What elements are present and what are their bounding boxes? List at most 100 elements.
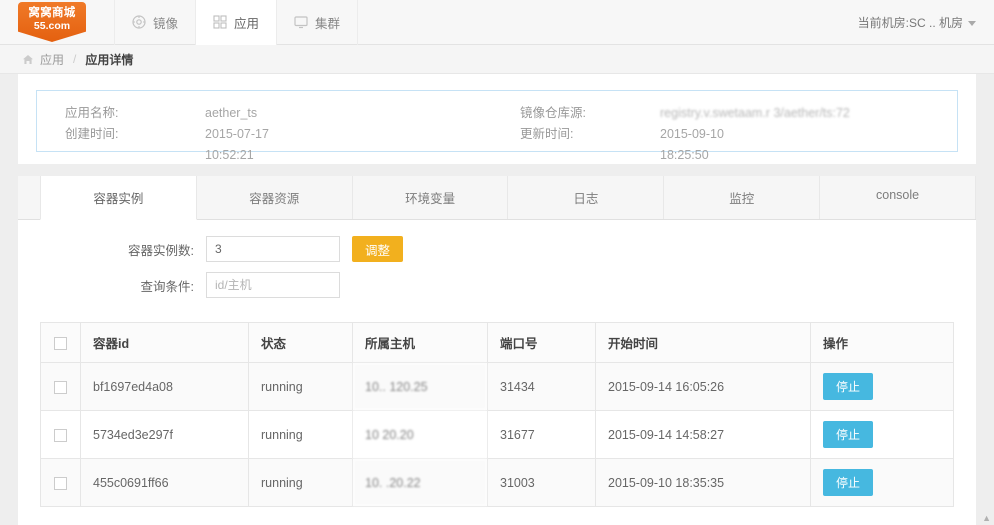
header-container-id: 容器id: [80, 322, 249, 363]
row-select-cell: [40, 362, 81, 411]
query-label: 查询条件:: [140, 279, 194, 294]
detail-tabs: 容器实例 容器资源 环境变量 日志 监控 console: [18, 176, 976, 220]
breadcrumb: 应用 / 应用详情: [0, 45, 994, 74]
stop-button[interactable]: 停止: [823, 421, 874, 448]
env-switcher[interactable]: 当前机房:SC .. 机房: [858, 0, 976, 45]
cell-actions: 停止: [810, 458, 954, 507]
row-checkbox[interactable]: [54, 380, 67, 394]
search-input[interactable]: [206, 272, 340, 298]
cell-start-time: 2015-09-10 18:35:35: [595, 458, 811, 507]
app-info-col-right: 镜像仓库源: 更新时间: registry.v.swetaam.r 3/aeth…: [520, 103, 929, 162]
row-select-cell: [40, 458, 81, 507]
cell-port: 31434: [487, 362, 596, 411]
cell-container-id: 5734ed3e297f: [80, 410, 249, 459]
cell-port: 31677: [487, 410, 596, 459]
tab-label: 环境变量: [405, 192, 456, 206]
cell-actions: 停止: [810, 410, 954, 459]
updated-time-value-1: 2015-09-10: [660, 127, 724, 141]
main-nav: 镜像 应用 集群: [114, 0, 359, 45]
row-checkbox[interactable]: [54, 476, 67, 490]
logo[interactable]: 窝窝商城 55.com: [18, 2, 86, 42]
tab-env-vars[interactable]: 环境变量: [352, 176, 509, 219]
scroll-up-arrow[interactable]: ▲: [982, 513, 991, 523]
stop-button[interactable]: 停止: [823, 469, 874, 496]
header-start-time: 开始时间: [595, 322, 811, 363]
tab-label: 监控: [729, 192, 755, 206]
cell-container-id: bf1697ed4a08: [80, 362, 249, 411]
cell-start-time: 2015-09-14 14:58:27: [595, 410, 811, 459]
cell-state: running: [248, 362, 353, 411]
header-host: 所属主机: [352, 322, 488, 363]
cell-state: running: [248, 410, 353, 459]
app-info-values-right: registry.v.swetaam.r 3/aether/ts:72 2015…: [660, 103, 929, 162]
page-body: 应用名称: 创建时间: aether_ts 2015-07-17 10:52:2…: [0, 74, 994, 525]
table-body: bf1697ed4a08 running 10.. 120.25 31434 2…: [40, 362, 954, 507]
tab-logs[interactable]: 日志: [508, 176, 665, 219]
created-time-label: 创建时间:: [65, 127, 119, 141]
table-row: 5734ed3e297f running 10 20.20 31677 2015…: [40, 410, 954, 459]
detail-card: 容器实例 容器资源 环境变量 日志 监控 console 容器实例数: 调整 查…: [18, 176, 976, 525]
tab-console[interactable]: console: [820, 176, 976, 219]
row-checkbox[interactable]: [54, 428, 67, 442]
env-switcher-label: 当前机房:SC .. 机房: [857, 16, 963, 30]
updated-time-value-2: 18:25:50: [660, 148, 709, 162]
instance-count-input[interactable]: [206, 236, 340, 262]
disc-icon: [132, 15, 146, 29]
tab-container-resources[interactable]: 容器资源: [196, 176, 353, 219]
nav-item-clusters[interactable]: 集群: [276, 0, 359, 45]
breadcrumb-separator: /: [73, 52, 77, 66]
registry-label: 镜像仓库源:: [520, 106, 586, 120]
header-state: 状态: [248, 322, 353, 363]
nav-item-images[interactable]: 镜像: [114, 0, 197, 45]
created-time-value-2: 10:52:21: [205, 148, 254, 162]
stop-button[interactable]: 停止: [823, 373, 874, 400]
nav-item-label: 集群: [315, 16, 341, 31]
chevron-down-icon: [968, 21, 976, 26]
logo-cn-text: 窝窝商城: [28, 6, 76, 19]
tab-monitoring[interactable]: 监控: [664, 176, 821, 219]
table-header-row: 容器id 状态 所属主机 端口号 开始时间 操作: [40, 322, 954, 363]
cell-host: 10 20.20: [352, 410, 488, 459]
logo-en-text: 55.com: [33, 20, 71, 32]
query-row: 查询条件:: [18, 272, 976, 298]
adjust-button[interactable]: 调整: [352, 236, 404, 262]
tab-container-instances[interactable]: 容器实例: [40, 176, 197, 220]
tab-label: 日志: [573, 192, 599, 206]
cell-host: 10. .20.22: [352, 458, 488, 507]
cell-start-time: 2015-09-14 16:05:26: [595, 362, 811, 411]
table-row: 455c0691ff66 running 10. .20.22 31003 20…: [40, 458, 954, 507]
cell-state: running: [248, 458, 353, 507]
cell-host: 10.. 120.25: [352, 362, 488, 411]
cell-container-id: 455c0691ff66: [80, 458, 249, 507]
header-actions: 操作: [810, 322, 954, 363]
table-row: bf1697ed4a08 running 10.. 120.25 31434 2…: [40, 362, 954, 411]
instances-table-wrap: 容器id 状态 所属主机 端口号 开始时间 操作 bf1697ed4a08 ru…: [40, 322, 954, 507]
app-name-value: aether_ts: [205, 106, 258, 120]
tab-label: console: [876, 188, 920, 202]
cell-actions: 停止: [810, 362, 954, 411]
app-info-panel: 应用名称: 创建时间: aether_ts 2015-07-17 10:52:2…: [36, 90, 958, 162]
row-select-cell: [40, 410, 81, 459]
nav-item-label: 应用: [234, 16, 260, 31]
app-info-labels-right: 镜像仓库源: 更新时间:: [520, 103, 660, 141]
app-info-values-left: aether_ts 2015-07-17 10:52:21: [205, 103, 520, 162]
instances-table: 容器id 状态 所属主机 端口号 开始时间 操作 bf1697ed4a08 ru…: [40, 322, 954, 507]
instance-count-label: 容器实例数:: [128, 243, 194, 258]
updated-time-label: 更新时间:: [520, 127, 574, 141]
select-all-checkbox[interactable]: [54, 336, 67, 350]
app-info-col-left: 应用名称: 创建时间: aether_ts 2015-07-17 10:52:2…: [65, 103, 520, 162]
table-head: 容器id 状态 所属主机 端口号 开始时间 操作: [40, 322, 954, 363]
cell-port: 31003: [487, 458, 596, 507]
created-time-value-1: 2015-07-17: [205, 127, 269, 141]
nav-item-apps[interactable]: 应用: [195, 0, 278, 45]
app-name-label: 应用名称:: [65, 106, 119, 120]
app-info-panel-wrap: 应用名称: 创建时间: aether_ts 2015-07-17 10:52:2…: [18, 74, 976, 164]
instance-count-row: 容器实例数: 调整: [18, 236, 976, 262]
breadcrumb-parent[interactable]: 应用: [40, 51, 64, 68]
tab-label: 容器资源: [249, 192, 300, 206]
top-navbar: 窝窝商城 55.com 镜像 应用 集群 当前机房:SC .. 机房: [0, 0, 994, 45]
instance-form: 容器实例数: 调整 查询条件:: [18, 220, 976, 314]
app-info-labels-left: 应用名称: 创建时间:: [65, 103, 205, 141]
registry-value: registry.v.swetaam.r 3/aether/ts:72: [660, 106, 850, 120]
select-all-header: [40, 322, 81, 363]
